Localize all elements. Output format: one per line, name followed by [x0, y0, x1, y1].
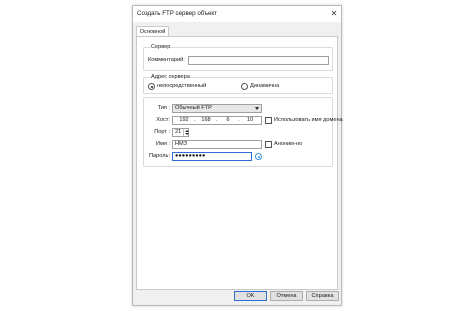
use-domain-checkbox[interactable] [265, 117, 272, 124]
host-octet-2[interactable]: 168 [197, 117, 215, 124]
server-address-group-title: Адрес сервера [151, 74, 190, 80]
host-label: Хост: [156, 117, 170, 123]
dialog-title: Создать FTP сервер объект [137, 10, 218, 17]
name-label: Имя : [155, 141, 170, 147]
show-password-eye-icon[interactable] [255, 153, 262, 160]
port-stepper-buttons[interactable] [183, 129, 189, 136]
dynamic-address-label: Динамична [250, 83, 280, 89]
dynamic-address-radio[interactable] [241, 83, 248, 90]
anonymous-checkbox[interactable] [265, 141, 272, 148]
use-domain-label: Использовать имя домена [274, 117, 343, 123]
host-octet-3[interactable]: 6 [219, 117, 237, 124]
type-select-value: Обычный FTP [175, 105, 212, 111]
help-button[interactable]: Справка [306, 291, 339, 301]
direct-address-label: непосредственный [157, 83, 207, 89]
chevron-up-icon[interactable] [184, 129, 189, 132]
port-value: 21 [175, 129, 182, 135]
server-group: Сервер Комментарий: [143, 44, 333, 71]
port-stepper[interactable]: 21 [172, 128, 189, 137]
comment-input[interactable] [188, 56, 329, 65]
comment-label: Комментарий: [148, 57, 185, 63]
password-label: Пароль: [149, 153, 170, 159]
port-label: Порт : [154, 129, 170, 135]
chevron-down-icon[interactable] [184, 133, 189, 135]
host-octet-1[interactable]: 192 [175, 117, 193, 124]
host-octet-4[interactable]: 10 [241, 117, 259, 124]
direct-address-radio[interactable] [148, 83, 155, 90]
close-icon[interactable]: ✕ [327, 6, 341, 22]
type-label: Тип : [157, 105, 170, 111]
host-ip-input[interactable]: 192 . 168 . 6 . 10 [172, 116, 262, 125]
username-input[interactable]: НМЗ [172, 140, 262, 149]
password-input[interactable]: ●●●●●●●●● [172, 152, 252, 161]
ok-button[interactable]: OK [234, 291, 267, 301]
host-dot-2: . [216, 117, 218, 123]
server-group-title: Сервер [151, 44, 171, 50]
title-bar: Создать FTP сервер объект ✕ [133, 6, 341, 22]
main-panel: Сервер Комментарий: Адрес сервера непоср… [136, 36, 343, 290]
host-dot-1: . [194, 117, 196, 123]
chevron-down-icon [255, 107, 259, 110]
connection-settings-group: Тип : Обычный FTP Хост: 192 . 168 . 6 . … [143, 97, 343, 167]
anonymous-label: Аноним-но [274, 141, 303, 147]
server-address-group: Адрес сервера непосредственный Динамична [143, 74, 333, 94]
host-dot-3: . [238, 117, 240, 123]
cancel-button[interactable]: Отмена [270, 291, 303, 301]
create-ftp-server-dialog: Создать FTP сервер объект ✕ Основной Сер… [132, 5, 343, 306]
type-select[interactable]: Обычный FTP [172, 104, 262, 113]
